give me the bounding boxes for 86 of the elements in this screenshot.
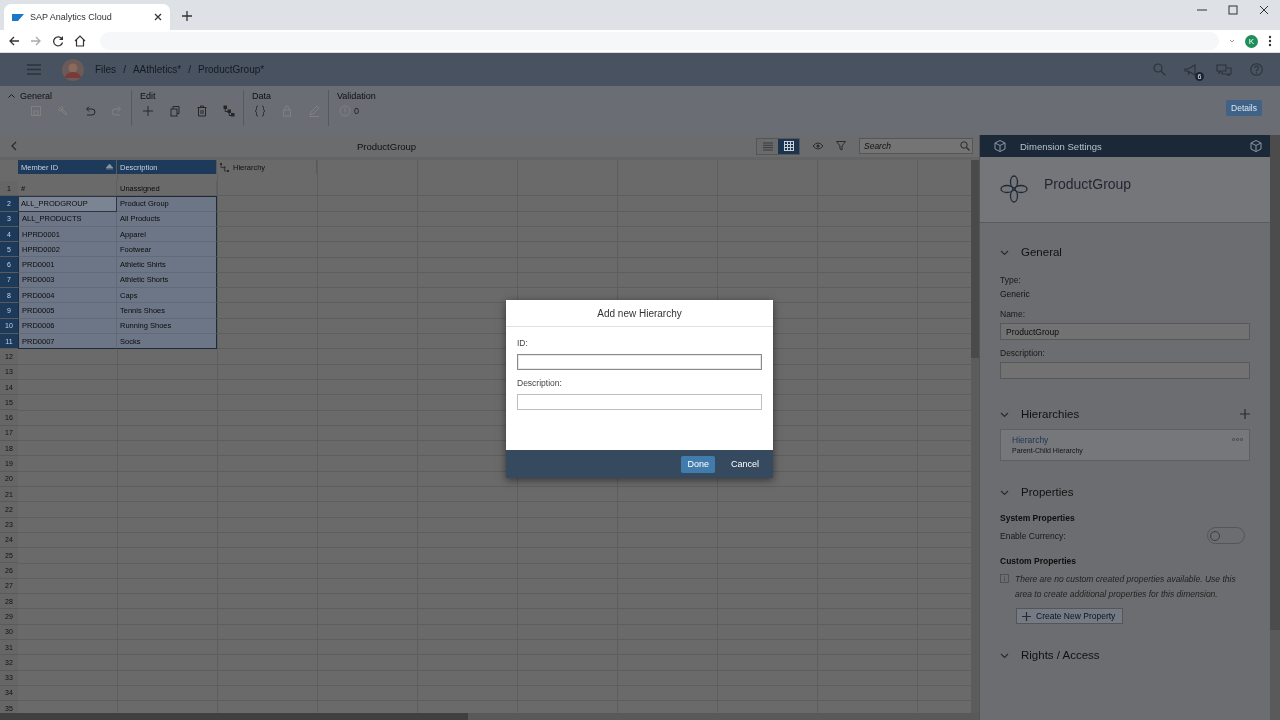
more-icon[interactable] xyxy=(1268,35,1272,47)
dimension-icon xyxy=(1000,175,1028,203)
group-label: General xyxy=(20,90,53,101)
section-toggle[interactable]: Rights / Access xyxy=(1000,649,1100,661)
chat-icon[interactable] xyxy=(1216,63,1232,76)
braces-icon xyxy=(254,105,266,117)
close-icon[interactable] xyxy=(1259,5,1269,15)
id-field[interactable] xyxy=(517,354,762,370)
toolbar-button[interactable] xyxy=(223,105,235,117)
menu-icon[interactable] xyxy=(27,64,41,75)
home-icon[interactable] xyxy=(74,35,86,47)
copy-icon xyxy=(169,105,181,117)
description-field[interactable] xyxy=(517,394,762,410)
search-icon[interactable] xyxy=(960,141,970,151)
scrollbar-thumb[interactable] xyxy=(1270,135,1280,630)
subsection-heading: Custom Properties xyxy=(1000,556,1078,566)
toolbar-button[interactable] xyxy=(142,105,154,117)
cube-icon[interactable] xyxy=(1250,140,1262,152)
group-label: Validation xyxy=(337,90,376,101)
scrollbar-thumb[interactable] xyxy=(971,160,979,358)
breadcrumb-link[interactable]: Files xyxy=(95,64,117,75)
new-tab-icon[interactable] xyxy=(182,11,192,21)
list-icon xyxy=(762,141,773,151)
hierarchy-icon xyxy=(223,105,235,117)
tab-title: SAP Analytics Cloud xyxy=(30,12,113,22)
filter-icon[interactable] xyxy=(836,141,846,151)
grid-view-button[interactable] xyxy=(778,138,799,154)
section-toggle[interactable]: General xyxy=(1000,246,1062,258)
sap-logo-icon xyxy=(12,13,24,21)
scrollbar-thumb[interactable] xyxy=(0,713,468,720)
group-label: Edit xyxy=(140,90,156,101)
close-icon xyxy=(154,13,162,21)
toolbar-button[interactable] xyxy=(169,105,181,117)
caret-icon xyxy=(1229,38,1235,44)
section-toggle[interactable]: Properties xyxy=(1000,486,1074,498)
avatar[interactable] xyxy=(62,58,84,81)
reload-icon[interactable] xyxy=(52,35,64,47)
field-label: Name: xyxy=(1000,309,1027,319)
dimension-name: ProductGroup xyxy=(1044,176,1132,192)
create-property-button[interactable]: Create New Property xyxy=(1016,608,1124,624)
breadcrumb-link[interactable]: ProductGroup* xyxy=(198,64,265,75)
breadcrumb-separator: / xyxy=(188,64,192,75)
grid-icon xyxy=(783,141,794,151)
search-field[interactable]: Search xyxy=(859,138,973,154)
section-toggle[interactable]: Hierarchies xyxy=(1000,408,1080,420)
forward-icon[interactable] xyxy=(30,35,42,47)
browser-tab[interactable]: SAP Analytics Cloud xyxy=(4,4,170,30)
breadcrumb-link[interactable]: AAthletics* xyxy=(132,64,182,75)
description-field[interactable] xyxy=(1000,362,1250,379)
subsection-heading: System Properties xyxy=(1000,513,1076,523)
group-label: Data xyxy=(252,90,271,101)
toolbar-button[interactable] xyxy=(196,105,208,117)
field-value: Generic xyxy=(1000,289,1031,299)
field-label: Type: xyxy=(1000,275,1022,285)
cube-icon xyxy=(994,140,1006,152)
name-field[interactable]: ProductGroup xyxy=(1000,323,1250,340)
megaphone-icon[interactable] xyxy=(1184,63,1198,76)
trash-icon xyxy=(196,105,208,117)
profile-avatar[interactable]: K xyxy=(1245,34,1258,48)
add-icon xyxy=(142,105,154,117)
collapse-icon[interactable] xyxy=(8,93,15,98)
dialog-title: Add new Hierarchy xyxy=(506,300,773,327)
field-label: ID: xyxy=(517,338,529,348)
hierarchy-name[interactable]: Hierarchy xyxy=(1012,435,1232,445)
breadcrumb-separator: / xyxy=(123,64,126,75)
done-button[interactable]: Done xyxy=(681,455,715,473)
back-icon[interactable] xyxy=(8,35,20,47)
field-label: Enable Currency: xyxy=(1000,530,1066,541)
eye-icon[interactable] xyxy=(812,142,824,150)
info-icon xyxy=(1000,574,1009,583)
toolbar-button[interactable] xyxy=(254,105,266,117)
view-title: ProductGroup xyxy=(357,140,417,152)
toolbar-button[interactable] xyxy=(84,105,96,117)
add-icon xyxy=(1022,611,1031,621)
field-label: Description: xyxy=(517,378,563,388)
hierarchy-icon xyxy=(220,162,229,172)
details-button[interactable]: Details xyxy=(1226,100,1262,116)
search-icon[interactable] xyxy=(1153,63,1166,76)
maximize-icon[interactable] xyxy=(1228,5,1238,15)
cancel-button[interactable]: Cancel xyxy=(725,455,765,473)
undo-icon xyxy=(84,105,96,117)
add-icon[interactable] xyxy=(1240,409,1250,419)
field-label: Description: xyxy=(1000,348,1046,358)
info-text: There are no custom created properties available. Use this area to create additional properties for this dimension. xyxy=(1015,573,1237,601)
panel-title: Dimension Settings xyxy=(1020,140,1102,152)
help-icon[interactable] xyxy=(1250,63,1263,76)
